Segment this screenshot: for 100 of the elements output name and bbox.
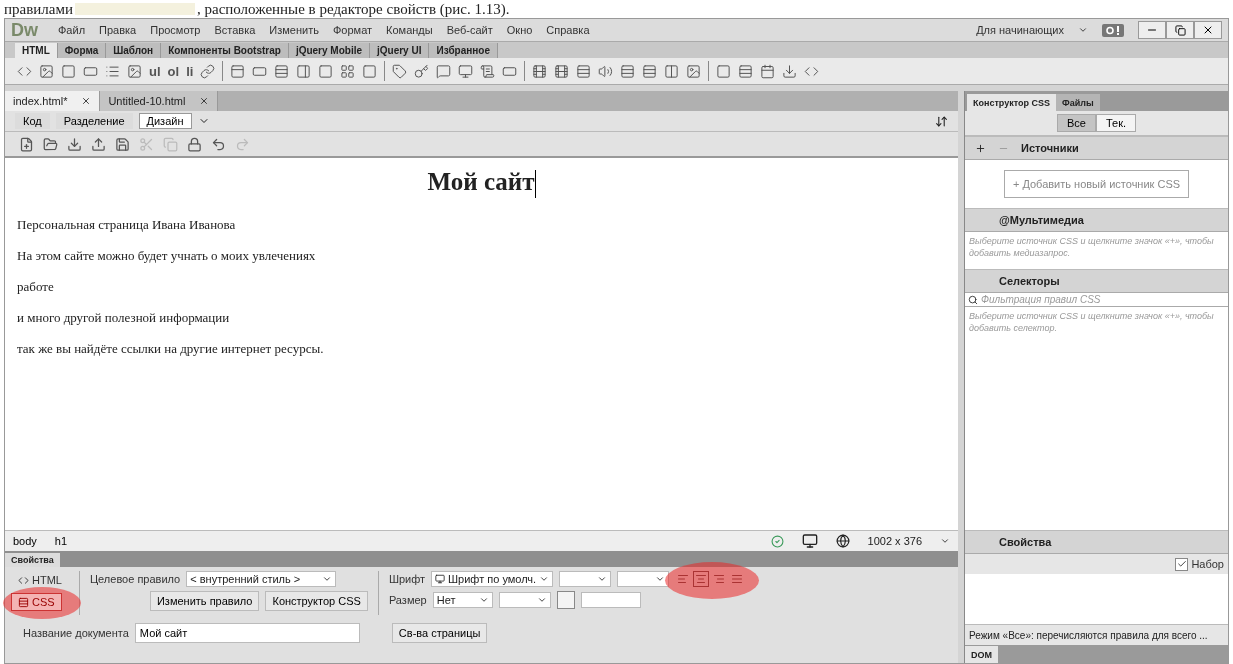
hint-text: Выберите источник CSS и щелкните значок «+», чтобы добавить селектор. — [968, 310, 1215, 336]
font-weight-select[interactable] — [617, 571, 670, 587]
film-icon[interactable] — [532, 63, 548, 79]
menu-item[interactable]: Правка — [99, 24, 137, 36]
insert-tab[interactable]: Избранное — [429, 43, 498, 58]
save-icon[interactable] — [115, 136, 130, 152]
square-icon[interactable] — [362, 63, 378, 79]
align-button[interactable] — [693, 571, 710, 587]
mode-button[interactable]: HTML — [11, 571, 69, 589]
document-tab[interactable]: Untitled-10.html — [100, 91, 219, 111]
download-icon[interactable] — [782, 63, 798, 79]
color-swatch[interactable] — [556, 591, 575, 609]
color-field[interactable] — [580, 592, 641, 608]
menu-item[interactable]: Веб-сайт — [446, 24, 493, 36]
globe-icon[interactable] — [835, 534, 850, 548]
calendar-icon[interactable] — [760, 63, 776, 79]
page-properties-button[interactable]: Св-ва страницы — [391, 623, 488, 643]
css-designer-button[interactable]: Конструктор CSS — [265, 591, 368, 611]
grid-icon[interactable] — [340, 63, 356, 79]
workspace-menu[interactable]: Для начинающих — [976, 24, 1064, 36]
square-icon[interactable] — [716, 63, 732, 79]
panel-tab[interactable]: Файлы — [1056, 94, 1100, 111]
square-icon[interactable] — [61, 63, 76, 79]
view-button[interactable]: Дизайн — [138, 113, 192, 129]
filter-button[interactable]: Тек. — [1095, 114, 1137, 132]
document-tab[interactable]: index.html* — [5, 91, 101, 111]
insert-tab[interactable]: Компоненты Bootstrap — [161, 43, 289, 58]
panel-icon[interactable] — [296, 63, 312, 79]
font-select[interactable]: Шрифт по умолч. — [431, 571, 554, 587]
menu-item[interactable]: Изменить — [269, 24, 319, 36]
tag-icon[interactable] — [392, 63, 408, 79]
insert-tab[interactable]: Шаблон — [106, 43, 162, 58]
checkbox[interactable] — [1175, 557, 1189, 571]
restore-button[interactable] — [1166, 21, 1194, 39]
speech-bubble-icon[interactable] — [436, 63, 452, 79]
close-button[interactable] — [1194, 21, 1222, 39]
minimize-button[interactable] — [1138, 21, 1166, 39]
page-paragraph: и много другой полезной информации — [17, 310, 231, 327]
view-button[interactable]: Разделение — [55, 113, 133, 129]
search-icon[interactable] — [968, 294, 978, 305]
insert-tab[interactable]: jQuery UI — [370, 43, 430, 58]
menu-item[interactable]: Файл — [58, 24, 86, 36]
square-icon[interactable] — [318, 63, 334, 79]
key-icon[interactable] — [414, 63, 430, 79]
image-icon[interactable] — [127, 63, 142, 79]
mode-button[interactable]: CSS — [11, 593, 62, 611]
sort-arrows-icon[interactable] — [935, 114, 948, 128]
insert-tab[interactable]: HTML — [15, 43, 58, 58]
speaker-icon[interactable] — [598, 63, 614, 79]
tag-selector-item[interactable]: h1 — [54, 535, 68, 547]
target-rule-select[interactable]: < внутренний стиль > — [186, 571, 337, 587]
add-icon[interactable] — [975, 142, 986, 154]
panel-tab[interactable]: DOM — [965, 646, 998, 663]
window-size[interactable]: 1002 x 376 — [867, 535, 922, 547]
image-icon[interactable] — [39, 63, 54, 79]
undo-icon[interactable] — [211, 136, 226, 152]
caret-icon[interactable] — [1078, 25, 1088, 35]
monitor-icon[interactable] — [801, 533, 818, 549]
menu-item[interactable]: Формат — [333, 24, 373, 36]
folder-icon[interactable] — [43, 136, 58, 152]
align-icon — [731, 573, 744, 585]
size-select[interactable]: Нет — [432, 592, 493, 608]
upload-icon[interactable] — [91, 136, 106, 152]
rows-icon[interactable] — [620, 63, 636, 79]
properties-tab[interactable]: Свойства — [5, 553, 60, 567]
insert-button[interactable]: li — [186, 63, 194, 79]
close-icon[interactable] — [81, 96, 92, 106]
new-file-icon[interactable] — [19, 136, 34, 152]
rows-icon[interactable] — [576, 63, 592, 79]
view-button[interactable]: Код — [15, 113, 50, 129]
download-icon[interactable] — [67, 136, 82, 152]
bars-icon — [18, 596, 29, 608]
filter-button[interactable]: Все — [1056, 114, 1096, 132]
insert-button[interactable]: ol — [167, 63, 180, 79]
columns-icon[interactable] — [664, 63, 680, 79]
window-icon[interactable] — [230, 63, 246, 79]
insert-tab[interactable]: jQuery Mobile — [288, 43, 370, 58]
document-title-field[interactable]: Мой сайт — [134, 623, 360, 643]
rows-icon[interactable] — [642, 63, 658, 79]
menu-item[interactable]: Вставка — [214, 24, 256, 36]
film-icon[interactable] — [554, 63, 570, 79]
rows-icon[interactable] — [274, 63, 290, 79]
menu-item[interactable]: Окно — [506, 24, 533, 36]
lock-icon[interactable] — [187, 136, 202, 152]
add-source-button[interactable]: + Добавить новый источник CSS — [1004, 170, 1189, 198]
scroll-icon[interactable] — [480, 63, 496, 79]
menu-item[interactable]: Команды — [386, 24, 433, 36]
menu-item[interactable]: Просмотр — [150, 24, 201, 36]
image-icon[interactable] — [686, 63, 702, 79]
link-icon[interactable] — [200, 63, 216, 79]
edit-rule-button[interactable]: Изменить правило — [149, 591, 260, 611]
caret-icon[interactable] — [940, 536, 950, 546]
close-icon[interactable] — [199, 96, 210, 106]
panel-tab[interactable]: Конструктор CSS — [967, 94, 1057, 111]
menu-item[interactable]: Справка — [546, 24, 590, 36]
list-icon[interactable] — [105, 63, 120, 79]
tag-selector-item[interactable]: body — [13, 535, 37, 547]
rows-icon[interactable] — [738, 63, 754, 79]
insert-button[interactable]: ul — [149, 63, 161, 79]
insert-tab[interactable]: Форма — [57, 43, 107, 58]
